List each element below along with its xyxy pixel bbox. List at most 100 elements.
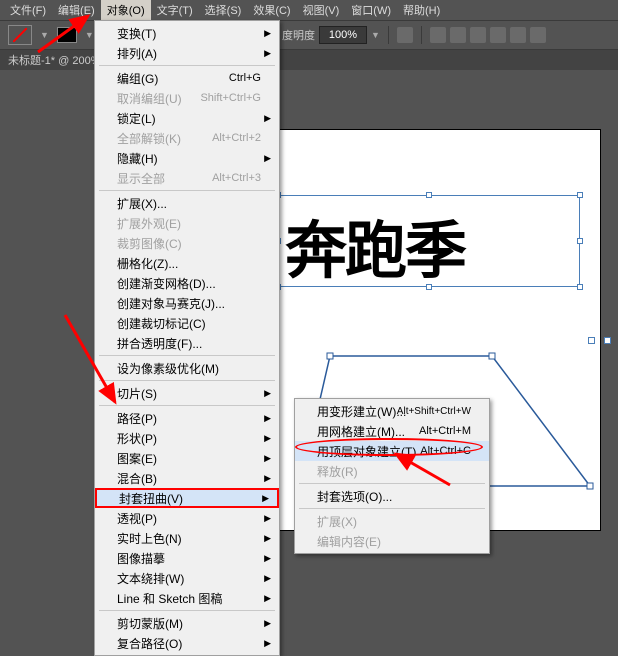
label: Line 和 Sketch 图稿 [117, 590, 222, 607]
shortcut: Alt+Ctrl+2 [212, 132, 261, 144]
menu-item-clipping[interactable]: 剪切蒙版(M) ▶ [95, 613, 279, 633]
submenu-expand: 扩展(X) [295, 511, 489, 531]
style-icon[interactable] [397, 27, 413, 43]
selection-handle[interactable] [577, 238, 583, 244]
menu-help[interactable]: 帮助(H) [397, 0, 446, 20]
submenu-arrow-icon: ▶ [264, 28, 271, 39]
menu-item-compound[interactable]: 复合路径(O) ▶ [95, 633, 279, 653]
label: 创建渐变网格(D)... [117, 275, 216, 292]
align-icon[interactable] [470, 27, 486, 43]
shortcut: Ctrl+G [229, 72, 261, 84]
side-handle[interactable] [604, 337, 611, 344]
fill-swatch[interactable] [8, 25, 32, 45]
align-icon[interactable] [490, 27, 506, 43]
menu-item-arrange[interactable]: 排列(A)▶ [95, 43, 279, 63]
label: 创建裁切标记(C) [117, 315, 206, 332]
submenu-make-warp[interactable]: 用变形建立(W)...Alt+Shift+Ctrl+W [295, 401, 489, 421]
menu-item-blend[interactable]: 混合(B) ▶ [95, 468, 279, 488]
menu-item-lock[interactable]: 锁定(L)▶ [95, 108, 279, 128]
menu-item-slice[interactable]: 切片(S) ▶ [95, 383, 279, 403]
side-handle[interactable] [588, 337, 595, 344]
label: 扩展(X) [317, 513, 357, 530]
menu-item-hide[interactable]: 隐藏(H) ▶ [95, 148, 279, 168]
menu-edit[interactable]: 编辑(E) [52, 0, 101, 20]
chevron-down-icon[interactable]: ▼ [371, 30, 380, 40]
menu-item-crop-image: 裁剪图像(C) [95, 233, 279, 253]
align-icon[interactable] [510, 27, 526, 43]
chevron-down-icon[interactable]: ▼ [40, 30, 49, 40]
submenu-arrow-icon: ▶ [264, 473, 271, 484]
submenu-arrow-icon: ▶ [264, 433, 271, 444]
menu-effect[interactable]: 效果(C) [247, 0, 296, 20]
submenu-arrow-icon: ▶ [264, 593, 271, 604]
label: 扩展(X)... [117, 195, 167, 212]
menu-item-pixel-perfect[interactable]: 设为像素级优化(M) [95, 358, 279, 378]
label: 隐藏(H) [117, 150, 158, 167]
menu-object[interactable]: 对象(O) [101, 0, 151, 20]
stroke-swatch[interactable] [57, 27, 77, 43]
submenu-envelope-opts[interactable]: 封套选项(O)... [295, 486, 489, 506]
menu-item-path[interactable]: 路径(P)▶ [95, 408, 279, 428]
submenu-arrow-icon: ▶ [264, 388, 271, 399]
menu-item-gradient-mesh[interactable]: 创建渐变网格(D)... [95, 273, 279, 293]
submenu-make-top[interactable]: 用顶层对象建立(T) Alt+Ctrl+C [295, 441, 489, 461]
submenu-arrow-icon: ▶ [264, 638, 271, 649]
menu-item-image-trace[interactable]: 图像描摹▶ [95, 548, 279, 568]
menu-item-text-wrap[interactable]: 文本绕排(W)▶ [95, 568, 279, 588]
align-icon[interactable] [430, 27, 446, 43]
selection-handle[interactable] [577, 192, 583, 198]
opacity-input[interactable] [319, 26, 367, 44]
label: 切片(S) [117, 385, 157, 402]
menu-item-expand-appearance: 扩展外观(E) [95, 213, 279, 233]
align-icon[interactable] [530, 27, 546, 43]
align-icon[interactable] [450, 27, 466, 43]
submenu-arrow-icon: ▶ [264, 618, 271, 629]
menu-item-envelope[interactable]: 封套扭曲(V)▶ [95, 488, 279, 508]
menu-item-live-paint[interactable]: 实时上色(N)▶ [95, 528, 279, 548]
label: 用顶层对象建立(T) [317, 443, 416, 460]
menu-view[interactable]: 视图(V) [297, 0, 346, 20]
menu-item-trim-marks[interactable]: 创建裁切标记(C) [95, 313, 279, 333]
menu-item-sketch[interactable]: Line 和 Sketch 图稿 ▶ [95, 588, 279, 608]
selection-handle[interactable] [426, 284, 432, 290]
document-tab[interactable]: 未标题-1* @ 200% [8, 52, 100, 68]
opacity-label: 度明度 [282, 27, 315, 43]
label: 图案(E) [117, 450, 157, 467]
label: 释放(R) [317, 463, 358, 480]
menu-type[interactable]: 文字(T) [151, 0, 199, 20]
menu-select[interactable]: 选择(S) [199, 0, 248, 20]
separator [99, 405, 275, 406]
menu-item-group[interactable]: 编组(G)Ctrl+G [95, 68, 279, 88]
label: 剪切蒙版(M) [117, 615, 183, 632]
menu-item-rasterize[interactable]: 栅格化(Z)... [95, 253, 279, 273]
selection-bounds [278, 195, 580, 287]
label: 用网格建立(M)... [317, 423, 405, 440]
label: 变换(T) [117, 25, 156, 42]
submenu-make-mesh[interactable]: 用网格建立(M)...Alt+Ctrl+M [295, 421, 489, 441]
menu-item-expand[interactable]: 扩展(X)... [95, 193, 279, 213]
label: 混合(B) [117, 470, 157, 487]
label: 创建对象马赛克(J)... [117, 295, 225, 312]
label: 路径(P) [117, 410, 157, 427]
menu-file[interactable]: 文件(F) [4, 0, 52, 20]
shortcut: Alt+Shift+Ctrl+W [397, 406, 471, 417]
selection-handle[interactable] [577, 284, 583, 290]
shortcut: Shift+Ctrl+G [200, 92, 261, 104]
selection-handle[interactable] [426, 192, 432, 198]
object-menu: 变换(T)▶ 排列(A)▶ 编组(G)Ctrl+G 取消编组(U)Shift+C… [94, 20, 280, 656]
menu-item-pattern[interactable]: 图案(E) ▶ [95, 448, 279, 468]
menu-item-perspective[interactable]: 透视(P)▶ [95, 508, 279, 528]
label: 复合路径(O) [117, 635, 182, 652]
submenu-arrow-icon: ▶ [264, 153, 271, 164]
menu-item-transform[interactable]: 变换(T) ▶ [95, 23, 279, 43]
separator [299, 508, 485, 509]
submenu-arrow-icon: ▶ [264, 453, 271, 464]
menu-window[interactable]: 窗口(W) [345, 0, 397, 20]
chevron-down-icon[interactable]: ▼ [85, 30, 94, 40]
label: 栅格化(Z)... [117, 255, 178, 272]
submenu-release: 释放(R) [295, 461, 489, 481]
menu-item-flatten-trans[interactable]: 拼合透明度(F)... [95, 333, 279, 353]
menu-item-shape[interactable]: 形状(P)▶ [95, 428, 279, 448]
menu-item-object-mosaic[interactable]: 创建对象马赛克(J)... [95, 293, 279, 313]
shortcut: Alt+Ctrl+C [420, 445, 471, 457]
